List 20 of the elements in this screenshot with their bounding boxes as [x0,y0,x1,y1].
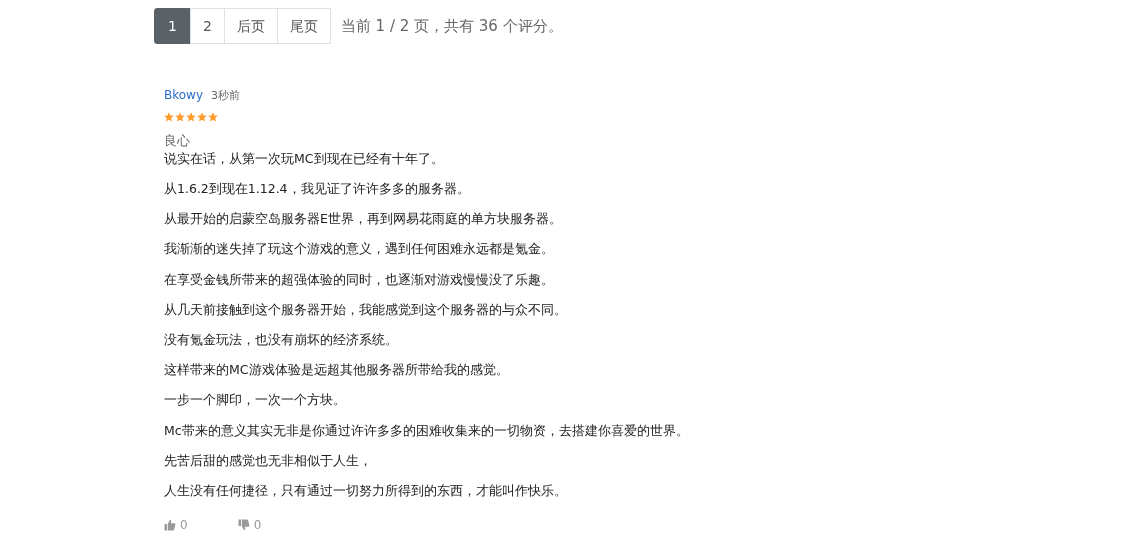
review-text: 这样带来的MC游戏体验是远超其他服务器所带给我的感觉。 [164,361,510,380]
review-text: 没有氪金玩法，也没有崩坏的经济系统。 [164,331,399,349]
page-link[interactable]: 1 [154,8,191,44]
author-link[interactable]: Bkowy [164,88,203,102]
review-text: 从1.6.2到现在1.12.4，我见证了许许多多的服务器。 [164,180,471,198]
review-text: 说实在话，从第一次玩MC到现在已经有十年了。 [164,150,445,168]
page-summary: 当前 1 / 2 页，共有 36 个评分。 [340,16,563,36]
review-text: 先苦后甜的感觉也无非相似于人生， [164,451,373,470]
review-text: 我渐渐的迷失掉了玩这个游戏的意义，遇到任何困难永远都是氪金。 [164,240,555,259]
review-title: 良心 [164,132,191,150]
review-text: Mc带来的意义其实无非是你通过许许多多的困难收集来的一切物资，去搭建你喜爱的世界。 [164,421,690,440]
review-text: 从最开始的启蒙空岛服务器E世界，再到网易花雨庭的单方块服务器。 [164,210,563,229]
review-text: 人生没有任何捷径，只有通过一切努力所得到的东西，才能叫作快乐。 [164,482,568,501]
review-text: 从几天前接触到这个服务器开始，我能感觉到这个服务器的与众不同。 [164,300,568,319]
review-time: 3秒前 [211,88,240,103]
review-text: 一步一个脚印，一次一个方块。 [164,391,347,410]
page-link[interactable]: 后页 [223,8,278,44]
page-link[interactable]: 2 [189,8,225,44]
review-text: 在享受金钱所带来的超强体验的同时，也逐渐对游戏慢慢没了乐趣。 [164,270,555,289]
page-link[interactable]: 尾页 [276,8,331,44]
